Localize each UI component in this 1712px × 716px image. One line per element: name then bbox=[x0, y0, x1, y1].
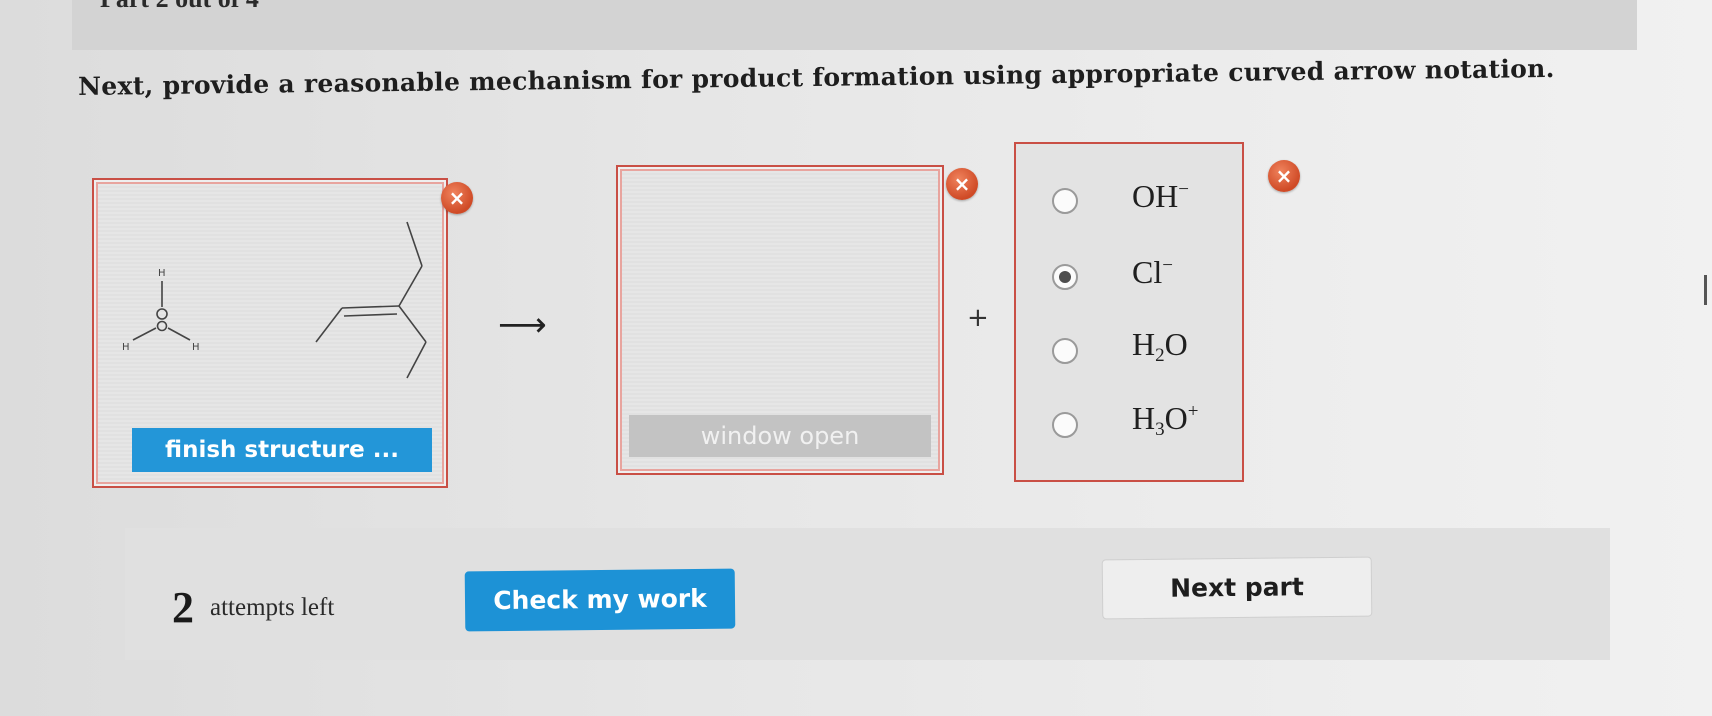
page-edge-divider bbox=[1704, 275, 1707, 305]
option-label-hydronium: H3O+ bbox=[1132, 400, 1199, 440]
bond-chain-2 bbox=[398, 265, 423, 307]
finish-structure-button[interactable]: finish structure ... bbox=[132, 428, 432, 472]
next-part-button[interactable]: Next part bbox=[1101, 556, 1373, 620]
radio-hydronium[interactable] bbox=[1052, 412, 1078, 438]
footer-panel bbox=[125, 528, 1610, 660]
check-my-work-button[interactable]: Check my work bbox=[464, 568, 736, 632]
radio-water[interactable] bbox=[1052, 338, 1078, 364]
attempts-count: 2 bbox=[172, 583, 194, 632]
reactant-close-button[interactable]: × bbox=[441, 182, 473, 214]
reactant-structure-box[interactable]: H H H finish structure ... bbox=[92, 178, 448, 488]
byproduct-choice-box bbox=[1014, 142, 1244, 482]
bond-o-h-left bbox=[132, 327, 157, 341]
bond-chain-5 bbox=[406, 341, 427, 379]
radio-hydroxide[interactable] bbox=[1052, 188, 1078, 214]
part-indicator: Part 2 out of 4 bbox=[100, 0, 259, 14]
attempts-label: attempts left bbox=[210, 594, 335, 621]
bond-double-2 bbox=[343, 313, 398, 317]
bond-chain-3 bbox=[315, 307, 343, 343]
product-close-button[interactable]: × bbox=[946, 168, 978, 200]
header-bar: Part 2 out of 4 bbox=[72, 0, 1637, 50]
atom-label-h-right: H bbox=[192, 342, 200, 353]
product-structure-box[interactable]: window open bbox=[616, 165, 944, 475]
bond-chain-1 bbox=[406, 221, 423, 267]
atom-label-h-left: H bbox=[122, 342, 130, 353]
option-label-water: H2O bbox=[1132, 326, 1188, 366]
positive-charge-ring bbox=[156, 320, 168, 332]
reaction-arrow: ⟶ bbox=[498, 305, 547, 345]
oxygen-atom-ring bbox=[156, 308, 168, 320]
radio-chloride[interactable] bbox=[1052, 264, 1078, 290]
option-label-hydroxide: OH− bbox=[1132, 178, 1189, 214]
option-label-chloride: Cl− bbox=[1132, 254, 1173, 290]
bond-chain-4 bbox=[398, 305, 427, 343]
window-open-button[interactable]: window open bbox=[629, 415, 931, 457]
question-text: Next, provide a reasonable mechanism for… bbox=[78, 53, 1555, 101]
atom-label-h-top: H bbox=[158, 268, 166, 279]
bond-double-1 bbox=[341, 305, 400, 309]
byproduct-close-button[interactable]: × bbox=[1268, 160, 1300, 192]
bond-o-h-right bbox=[167, 327, 191, 341]
plus-sign: + bbox=[967, 303, 989, 333]
